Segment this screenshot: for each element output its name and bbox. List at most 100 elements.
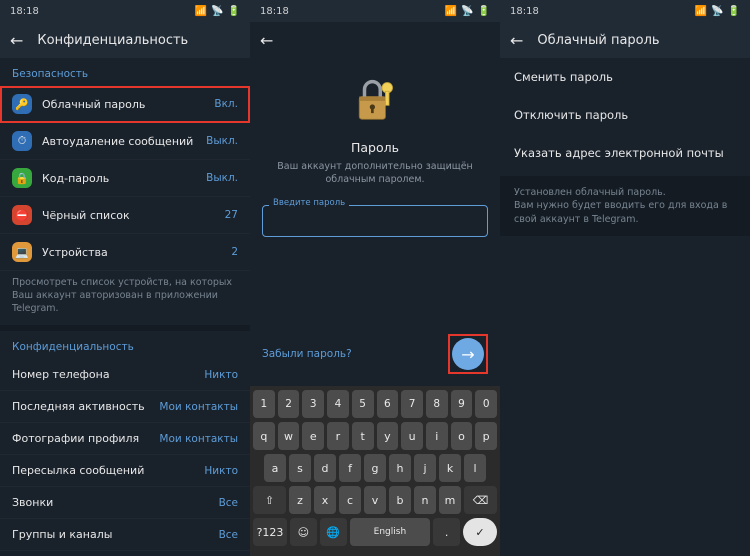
key-8[interactable]: 8 bbox=[426, 390, 448, 418]
key-q[interactable]: q bbox=[253, 422, 275, 450]
key-c[interactable]: c bbox=[339, 486, 361, 514]
key-emoji[interactable]: ☺ bbox=[290, 518, 317, 546]
key-i[interactable]: i bbox=[426, 422, 448, 450]
key-lang[interactable]: 🌐 bbox=[320, 518, 347, 546]
password-input-label: Введите пароль bbox=[269, 198, 349, 208]
on-screen-keyboard: 1 2 3 4 5 6 7 8 9 0 q w e r t y u i o p … bbox=[250, 386, 500, 556]
key-u[interactable]: u bbox=[401, 422, 423, 450]
page-title: Облачный пароль bbox=[537, 33, 659, 48]
row-value: Вкл. bbox=[214, 98, 238, 110]
key-space[interactable]: English bbox=[350, 518, 431, 546]
status-time: 18:18 bbox=[260, 6, 289, 17]
key-v[interactable]: v bbox=[364, 486, 386, 514]
row-autodelete[interactable]: ⏱ Автоудаление сообщений Выкл. bbox=[0, 123, 250, 160]
row-last-seen[interactable]: Последняя активность Мои контакты bbox=[0, 391, 250, 423]
password-input-wrap: Введите пароль bbox=[262, 205, 488, 237]
row-devices[interactable]: 💻 Устройства 2 bbox=[0, 234, 250, 271]
row-label: Фотографии профиля bbox=[12, 432, 139, 445]
forgot-password-link[interactable]: Забыли пароль? bbox=[262, 348, 352, 360]
back-icon[interactable]: ← bbox=[260, 31, 273, 50]
battery-icon: 🔋 bbox=[478, 6, 490, 17]
key-4[interactable]: 4 bbox=[327, 390, 349, 418]
keyboard-row-numbers: 1 2 3 4 5 6 7 8 9 0 bbox=[253, 390, 497, 418]
key-7[interactable]: 7 bbox=[401, 390, 423, 418]
key-s[interactable]: s bbox=[289, 454, 311, 482]
devices-icon: 💻 bbox=[12, 242, 32, 262]
key-r[interactable]: r bbox=[327, 422, 349, 450]
key-k[interactable]: k bbox=[439, 454, 461, 482]
key-3[interactable]: 3 bbox=[302, 390, 324, 418]
status-icons: 📶 📡 🔋 bbox=[695, 6, 740, 17]
key-l[interactable]: l bbox=[464, 454, 486, 482]
key-h[interactable]: h bbox=[389, 454, 411, 482]
lock-icon: 🔒 bbox=[12, 168, 32, 188]
key-0[interactable]: 0 bbox=[475, 390, 497, 418]
row-calls[interactable]: Звонки Все bbox=[0, 487, 250, 519]
emoji-icon: ☺ bbox=[298, 526, 309, 539]
row-cloud-password[interactable]: 🔑 Облачный пароль Вкл. bbox=[0, 86, 250, 123]
key-o[interactable]: o bbox=[451, 422, 473, 450]
row-forwarding[interactable]: Пересылка сообщений Никто bbox=[0, 455, 250, 487]
row-code-password[interactable]: 🔒 Код-пароль Выкл. bbox=[0, 160, 250, 197]
cloud-password-hint: Установлен облачный пароль. Вам нужно бу… bbox=[500, 176, 750, 236]
key-m[interactable]: m bbox=[439, 486, 461, 514]
row-phone[interactable]: Номер телефона Никто bbox=[0, 359, 250, 391]
keyboard-row-3: ⇧ z x c v b n m ⌫ bbox=[253, 486, 497, 514]
key-p[interactable]: p bbox=[475, 422, 497, 450]
key-e[interactable]: e bbox=[302, 422, 324, 450]
row-value: Все bbox=[219, 497, 238, 509]
keyboard-row-2: a s d f g h j k l bbox=[253, 454, 497, 482]
key-b[interactable]: b bbox=[389, 486, 411, 514]
key-w[interactable]: w bbox=[278, 422, 300, 450]
row-value: Мои контакты bbox=[159, 433, 238, 445]
key-n[interactable]: n bbox=[414, 486, 436, 514]
key-x[interactable]: x bbox=[314, 486, 336, 514]
key-9[interactable]: 9 bbox=[451, 390, 473, 418]
password-subtitle: Ваш аккаунт дополнительно защищён облачн… bbox=[250, 159, 500, 201]
key-backspace[interactable]: ⌫ bbox=[464, 486, 497, 514]
key-shift[interactable]: ⇧ bbox=[253, 486, 286, 514]
globe-icon: 🌐 bbox=[326, 526, 340, 539]
status-icons: 📶 📡 🔋 bbox=[195, 6, 240, 17]
key-g[interactable]: g bbox=[364, 454, 386, 482]
key-f[interactable]: f bbox=[339, 454, 361, 482]
row-groups[interactable]: Группы и каналы Все bbox=[0, 519, 250, 551]
status-icons: 📶 📡 🔋 bbox=[445, 6, 490, 17]
key-z[interactable]: z bbox=[289, 486, 311, 514]
key-icon: 🔑 bbox=[12, 94, 32, 114]
row-value: Никто bbox=[204, 369, 238, 381]
row-label: Устройства bbox=[42, 246, 231, 259]
key-y[interactable]: y bbox=[377, 422, 399, 450]
key-enter[interactable]: ✓ bbox=[463, 518, 497, 546]
row-profile-photos[interactable]: Фотографии профиля Мои контакты bbox=[0, 423, 250, 455]
back-icon[interactable]: ← bbox=[10, 31, 23, 50]
row-label: Группы и каналы bbox=[12, 528, 112, 541]
row-label: Облачный пароль bbox=[42, 98, 214, 111]
row-blacklist[interactable]: ⛔ Чёрный список 27 bbox=[0, 197, 250, 234]
row-set-email[interactable]: Указать адрес электронной почты bbox=[500, 134, 750, 172]
submit-button[interactable]: → bbox=[452, 338, 484, 370]
key-a[interactable]: a bbox=[264, 454, 286, 482]
key-j[interactable]: j bbox=[414, 454, 436, 482]
row-value: Все bbox=[219, 529, 238, 541]
key-period[interactable]: . bbox=[433, 518, 460, 546]
key-t[interactable]: t bbox=[352, 422, 374, 450]
key-5[interactable]: 5 bbox=[352, 390, 374, 418]
key-2[interactable]: 2 bbox=[278, 390, 300, 418]
key-mode[interactable]: ?123 bbox=[253, 518, 287, 546]
key-6[interactable]: 6 bbox=[377, 390, 399, 418]
row-disable-password[interactable]: Отключить пароль bbox=[500, 96, 750, 134]
row-voice[interactable]: Голосовые сообщения 🔒Все bbox=[0, 551, 250, 556]
shift-icon: ⇧ bbox=[265, 494, 274, 507]
back-icon[interactable]: ← bbox=[510, 31, 523, 50]
row-change-password[interactable]: Сменить пароль bbox=[500, 58, 750, 96]
keyboard-row-4: ?123 ☺ 🌐 English . ✓ bbox=[253, 518, 497, 546]
status-bar: 18:18 📶 📡 🔋 bbox=[0, 0, 250, 22]
volte-icon: 📶 bbox=[695, 6, 707, 17]
key-1[interactable]: 1 bbox=[253, 390, 275, 418]
row-value: Выкл. bbox=[206, 135, 238, 147]
key-d[interactable]: d bbox=[314, 454, 336, 482]
row-value: Никто bbox=[204, 465, 238, 477]
password-input[interactable] bbox=[262, 205, 488, 237]
padlock-icon bbox=[347, 72, 403, 128]
